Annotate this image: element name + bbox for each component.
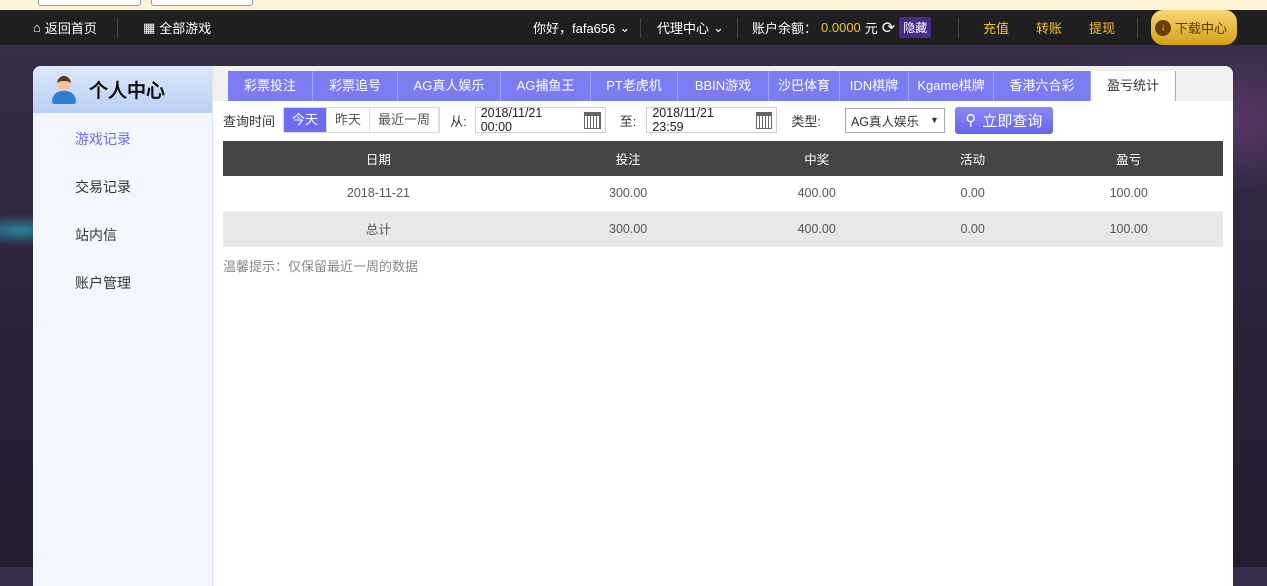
search-icon: ⚲	[965, 112, 977, 129]
balance: 账户余额： 0.0000 元 ⟳ 隐藏	[752, 10, 932, 45]
sidebar-item-transactions[interactable]: 交易记录	[33, 163, 212, 211]
download-icon: ↓	[1155, 19, 1171, 36]
tab-profit-loss[interactable]: 盈亏统计	[1091, 71, 1176, 101]
download-label: 下载中心	[1175, 21, 1228, 36]
sidebar-header: 个人中心	[33, 66, 212, 113]
col-win: 中奖	[722, 141, 911, 176]
personal-center-panel: 个人中心 游戏记录 交易记录 站内信 账户管理 彩票投注 彩票追号 AG真人娱乐…	[33, 66, 1233, 586]
total-win: 400.00	[722, 211, 911, 247]
sidebar-title: 个人中心	[89, 81, 166, 102]
to-label: 至:	[619, 113, 637, 129]
today-button[interactable]: 今天	[284, 108, 328, 132]
top-strip	[0, 0, 1267, 10]
greeting: 你好，fafa656	[533, 21, 616, 36]
total-bet: 300.00	[533, 211, 723, 247]
user-menu[interactable]: 你好，fafa656 ⌄	[533, 10, 630, 45]
sidebar-item-game-records[interactable]: 游戏记录	[33, 115, 212, 163]
total-row: 总计 300.00 400.00 0.00 100.00	[223, 211, 1223, 247]
tab-pt-slots[interactable]: PT老虎机	[591, 71, 678, 101]
hide-button[interactable]: 隐藏	[899, 17, 932, 38]
type-label: 类型:	[791, 113, 821, 129]
data-retention-tip: 温馨提示：仅保留最近一周的数据	[223, 259, 419, 274]
table-row: 2018-11-21 300.00 400.00 0.00 100.00	[223, 176, 1223, 212]
from-date-value: 2018/11/21 00:00	[480, 106, 543, 134]
search-button[interactable]: ⚲ 立即查询	[954, 106, 1053, 134]
yesterday-button[interactable]: 昨天	[327, 108, 371, 132]
to-date-input[interactable]: 2018/11/21 23:59	[646, 106, 778, 134]
tab-idn[interactable]: IDN棋牌	[840, 71, 909, 101]
home-icon: ⌂	[33, 20, 41, 35]
from-date-input[interactable]: 2018/11/21 00:00	[474, 106, 606, 134]
deposit-link[interactable]: 充值	[983, 10, 1009, 45]
agent-menu[interactable]: 代理中心 ⌄	[657, 10, 724, 45]
download-button[interactable]: ↓ 下载中心	[1151, 10, 1238, 45]
col-bet: 投注	[533, 141, 723, 176]
home-link[interactable]: ⌂ 返回首页	[33, 10, 97, 45]
grid-icon: ▦	[143, 19, 156, 35]
sidebar-item-messages[interactable]: 站内信	[33, 211, 212, 259]
top-button[interactable]	[151, 0, 253, 6]
time-range-selector: 今天 昨天 最近一周	[283, 107, 441, 133]
game-tabs: 彩票投注 彩票追号 AG真人娱乐 AG捕鱼王 PT老虎机 BBIN游戏 沙巴体育…	[228, 71, 1176, 101]
total-label: 总计	[223, 211, 534, 247]
cell-bet: 300.00	[533, 176, 723, 212]
all-games-link[interactable]: ▦ 全部游戏	[143, 10, 211, 45]
calendar-icon[interactable]	[755, 111, 773, 129]
results-table: 日期 投注 中奖 活动 盈亏 2018-11-21 300.00 400.00 …	[223, 141, 1223, 247]
search-label: 立即查询	[982, 112, 1043, 130]
query-bar: 查询时间 今天 昨天 最近一周 从: 2018/11/21 00:00 至: 2…	[223, 106, 1053, 134]
tab-hk-mark-six[interactable]: 香港六合彩	[994, 71, 1091, 101]
tab-lottery-chase[interactable]: 彩票追号	[313, 71, 398, 101]
user-avatar-icon	[51, 75, 77, 104]
query-time-label: 查询时间	[223, 113, 276, 129]
tab-ag-live[interactable]: AG真人娱乐	[398, 71, 501, 101]
divider	[737, 18, 738, 38]
sidebar-item-account[interactable]: 账户管理	[33, 259, 212, 307]
tab-lottery-bet[interactable]: 彩票投注	[228, 71, 313, 101]
table-header-row: 日期 投注 中奖 活动 盈亏	[223, 141, 1223, 176]
transfer-link[interactable]: 转账	[1036, 10, 1062, 45]
tab-saba-sports[interactable]: 沙巴体育	[769, 71, 840, 101]
home-label: 返回首页	[44, 21, 97, 36]
tab-bbin[interactable]: BBIN游戏	[678, 71, 769, 101]
sidebar: 个人中心 游戏记录 交易记录 站内信 账户管理	[33, 66, 213, 586]
balance-value: 0.0000	[821, 20, 861, 35]
chevron-down-icon: ⌄	[713, 19, 724, 35]
dropdown-arrow-icon: ▼	[930, 115, 939, 125]
balance-label: 账户余额：	[752, 21, 818, 36]
col-date: 日期	[223, 141, 534, 176]
tab-ag-fish[interactable]: AG捕鱼王	[501, 71, 591, 101]
divider	[958, 18, 959, 38]
col-promo: 活动	[910, 141, 1035, 176]
from-label: 从:	[450, 113, 467, 129]
to-date-value: 2018/11/21 23:59	[652, 106, 714, 134]
currency: 元	[864, 21, 878, 36]
top-nav: ⌂ 返回首页 ▦ 全部游戏 你好，fafa656 ⌄ 代理中心 ⌄ 账户余额： 0.000…	[0, 10, 1267, 45]
chevron-down-icon: ⌄	[619, 19, 631, 35]
cell-profit: 100.00	[1034, 176, 1223, 212]
col-profit: 盈亏	[1034, 141, 1223, 176]
agent-label: 代理中心	[657, 21, 710, 36]
total-profit: 100.00	[1034, 211, 1223, 247]
total-promo: 0.00	[910, 211, 1035, 247]
all-games-label: 全部游戏	[159, 21, 212, 36]
top-button[interactable]	[38, 0, 141, 6]
cell-date: 2018-11-21	[223, 176, 534, 212]
divider	[1137, 18, 1138, 38]
calendar-icon[interactable]	[583, 111, 601, 129]
divider	[640, 18, 641, 38]
type-select[interactable]: AG真人娱乐 ▼	[844, 107, 945, 133]
cell-promo: 0.00	[910, 176, 1035, 212]
divider	[117, 18, 118, 38]
cell-win: 400.00	[722, 176, 911, 212]
last-week-button[interactable]: 最近一周	[370, 108, 440, 132]
type-value: AG真人娱乐	[850, 114, 919, 129]
refresh-icon[interactable]: ⟳	[882, 18, 895, 38]
tab-kgame[interactable]: Kgame棋牌	[909, 71, 994, 101]
withdraw-link[interactable]: 提现	[1089, 10, 1115, 45]
